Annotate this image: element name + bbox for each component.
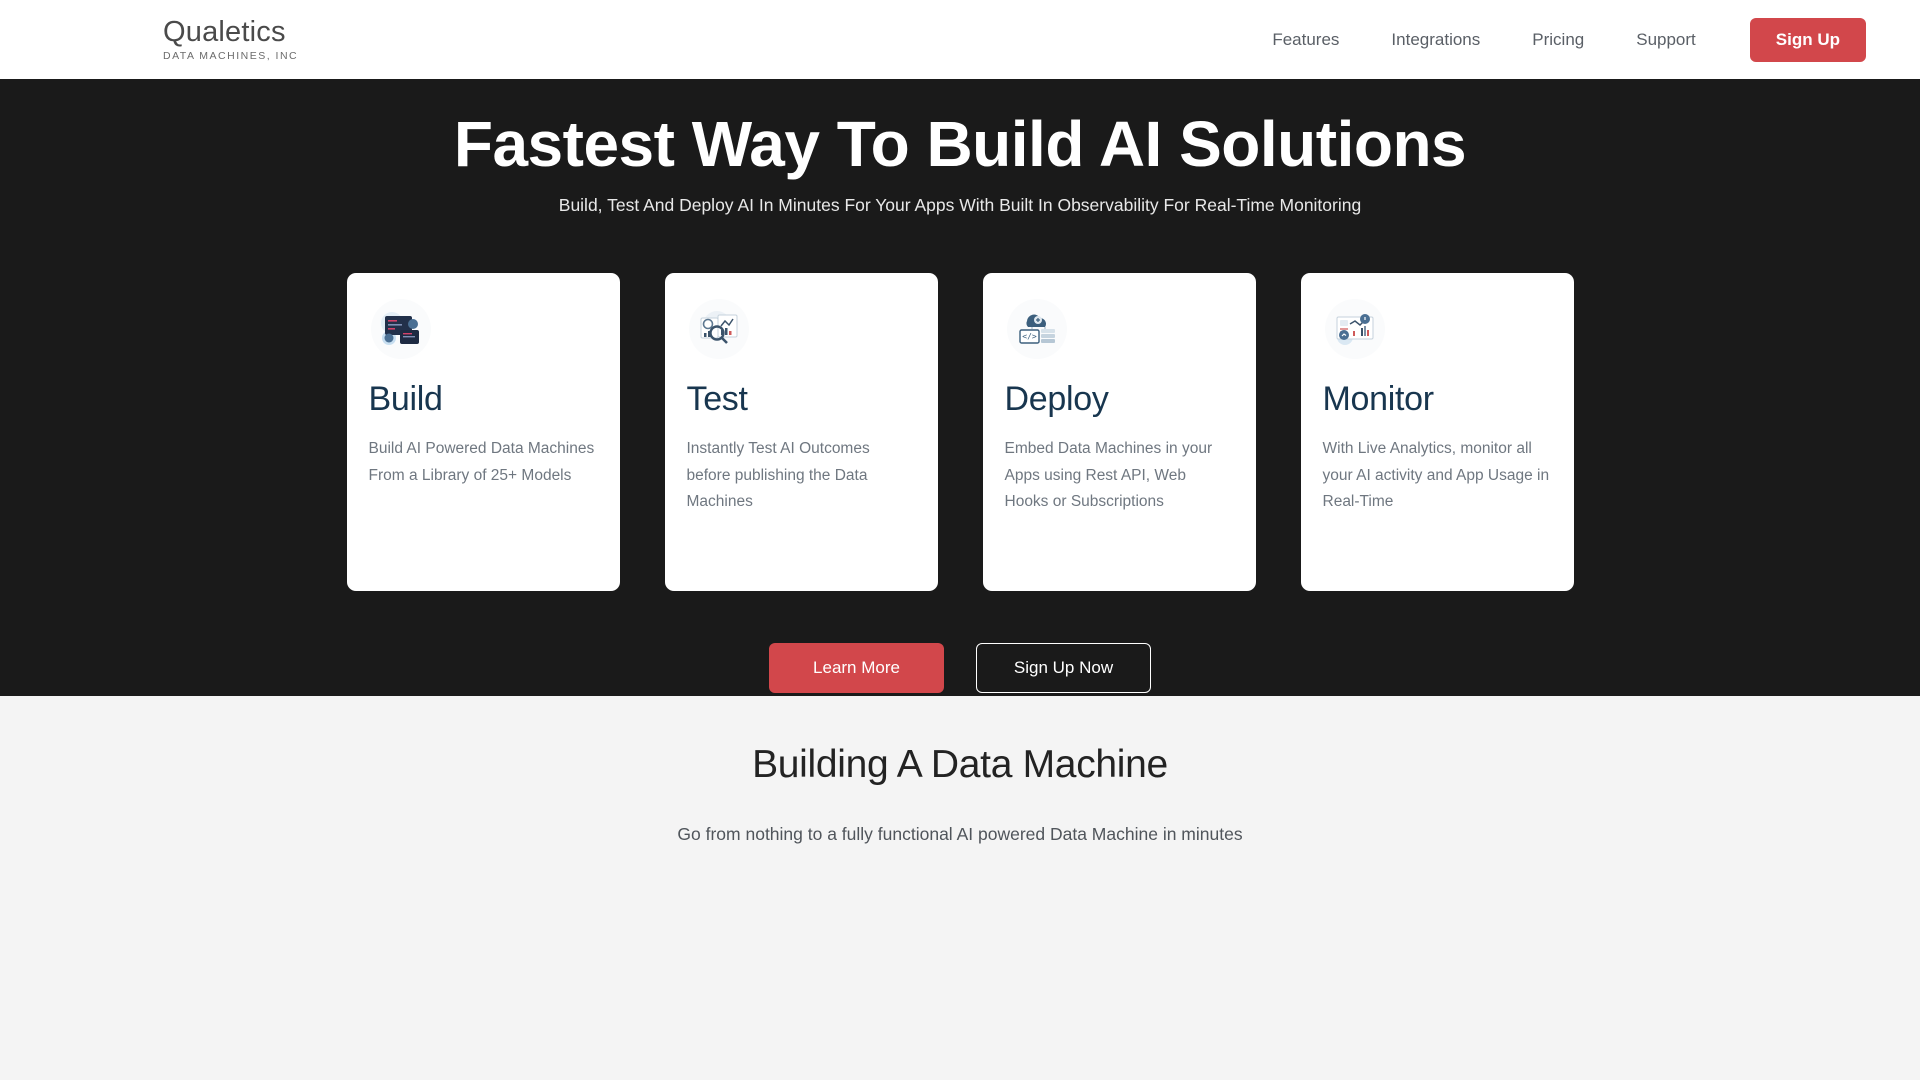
analytics-dashboard-icon [1323, 297, 1387, 361]
feature-card-desc: Build AI Powered Data Machines From a Li… [368, 440, 595, 484]
feature-card-desc: With Live Analytics, monitor all your AI… [1322, 440, 1550, 511]
feature-card-monitor[interactable]: Monitor With Live Analytics, monitor all… [1300, 272, 1574, 591]
magnifier-charts-icon [687, 297, 751, 361]
feature-card-title: Test [686, 379, 748, 418]
svg-text:</>: </> [1022, 332, 1037, 341]
code-screens-icon [369, 297, 433, 361]
hero-section: Fastest Way To Build AI Solutions Build,… [0, 79, 1920, 696]
feature-card-desc: Instantly Test AI Outcomes before publis… [686, 440, 870, 511]
brand-name: Qualetics [163, 16, 286, 49]
nav-link-features[interactable]: Features [1246, 30, 1365, 50]
feature-card-title: Deploy [1004, 379, 1109, 418]
nav-link-pricing[interactable]: Pricing [1506, 30, 1610, 50]
hero-title: Fastest Way To Build AI Solutions [453, 108, 1467, 180]
feature-card-title: Monitor [1322, 379, 1435, 418]
feature-card-test[interactable]: Test Instantly Test AI Outcomes before p… [664, 272, 938, 591]
signup-button[interactable]: Sign Up [1749, 17, 1866, 62]
top-navigation-bar: Qualetics DATA MACHINES, INC Features In… [0, 0, 1920, 79]
hero-subtitle: Build, Test And Deploy AI In Minutes For… [558, 194, 1362, 215]
section-subtitle: Go from nothing to a fully functional AI… [677, 824, 1243, 844]
feature-card-build[interactable]: Build Build AI Powered Data Machines Fro… [346, 272, 620, 591]
feature-card-desc: Embed Data Machines in your Apps using R… [1004, 440, 1213, 511]
feature-card-title: Build [368, 379, 443, 418]
nav-links: Features Integrations Pricing Support Si… [1246, 17, 1866, 62]
sign-up-now-button[interactable]: Sign Up Now [976, 642, 1151, 693]
brand-tagline: DATA MACHINES, INC [163, 49, 299, 62]
feature-card-deploy[interactable]: </> Deploy Embed Data Machines in your A… [982, 272, 1256, 591]
nav-link-support[interactable]: Support [1610, 30, 1722, 50]
feature-cards: Build Build AI Powered Data Machines Fro… [0, 272, 1920, 591]
learn-more-button[interactable]: Learn More [769, 642, 944, 693]
yin-yang-circle-logo-icon [104, 17, 150, 63]
nav-link-integrations[interactable]: Integrations [1365, 30, 1506, 50]
building-data-machine-section: Building A Data Machine Go from nothing … [0, 696, 1920, 1080]
brand-logo[interactable]: Qualetics DATA MACHINES, INC [104, 17, 298, 63]
cloud-server-icon: </> [1005, 297, 1069, 361]
hero-cta-row: Learn More Sign Up Now [0, 642, 1920, 693]
section-title: Building A Data Machine [752, 743, 1168, 786]
